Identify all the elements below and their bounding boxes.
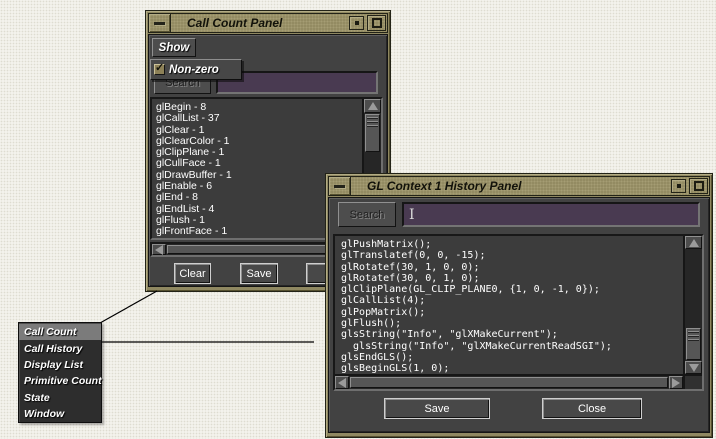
history-panel-window: GL Context 1 History Panel Search I glPu… (325, 173, 713, 438)
history-titlebar[interactable]: GL Context 1 History Panel (328, 176, 710, 196)
scroll-right-button[interactable] (669, 376, 683, 389)
vertical-scrollbar[interactable] (683, 236, 702, 374)
desktop: Call Count Panel Show ✓ Non-zero Search (0, 0, 716, 439)
history-line[interactable]: glsEndGLS(); (341, 352, 683, 363)
scrollbar-thumb[interactable] (350, 377, 668, 388)
history-line[interactable]: glPushMatrix(); (341, 239, 683, 250)
arrow-up-icon (688, 238, 699, 247)
menu-item-label: State (24, 391, 50, 404)
scrollbar-thumb[interactable] (686, 328, 701, 360)
text-cursor: I (409, 206, 415, 223)
arrow-left-icon (338, 377, 346, 388)
panels-context-menu[interactable]: Call Count Call History Display List Pri… (18, 322, 102, 423)
scrollbar-corner (683, 374, 702, 389)
scroll-up-button[interactable] (685, 236, 702, 249)
arrow-down-icon (688, 363, 699, 372)
history-line[interactable]: glCallList(4); (341, 295, 683, 306)
menu-item[interactable]: Display List (19, 357, 101, 373)
history-line[interactable]: glsString("Info", "glXMakeCurrent"); (341, 329, 683, 340)
menu-item-label: Window (24, 408, 65, 421)
scrollbar-track[interactable] (685, 249, 702, 327)
menu-item[interactable]: Call History (19, 340, 101, 356)
history-line[interactable]: glFlush(); (341, 318, 683, 329)
search-button[interactable]: Search (338, 202, 396, 227)
search-button-label: Search (349, 208, 385, 221)
menu-item-label: Call History (24, 342, 83, 355)
window-menu-button[interactable] (671, 179, 686, 193)
history-line[interactable]: glRotatef(30, 0, 1, 0); (341, 273, 683, 284)
history-list-frame: glPushMatrix(); glTranslatef(0, 0, -15); g… (333, 234, 704, 391)
scroll-left-button[interactable] (335, 376, 349, 389)
history-line[interactable]: glClipPlane(GL_CLIP_PLANE0, {1, 0, -1, 0… (341, 284, 683, 295)
maximize-icon (693, 181, 704, 191)
history-line[interactable]: glRotatef(30, 1, 0, 0); (341, 262, 683, 273)
thumb-ridges (688, 331, 699, 342)
save-button[interactable]: Save (384, 398, 490, 419)
search-input[interactable]: I (402, 202, 700, 227)
menu-item[interactable]: Window (19, 406, 101, 422)
menu-item[interactable]: State (19, 390, 101, 406)
menu-item-label: Call Count (24, 326, 77, 339)
history-line[interactable]: glPopMatrix(); (341, 307, 683, 318)
history-line[interactable]: glsString("Info", "glXMakeCurrentReadSGI… (341, 341, 683, 352)
horizontal-scrollbar[interactable] (335, 374, 683, 389)
maximize-button[interactable] (689, 178, 708, 194)
history-list[interactable]: glPushMatrix(); glTranslatef(0, 0, -15); g… (335, 236, 683, 374)
menu-item-label: Primitive Count (24, 375, 102, 388)
scroll-down-button[interactable] (685, 361, 702, 374)
window-title: GL Context 1 History Panel (367, 179, 522, 193)
history-line[interactable]: glsBeginGLS(1, 0); (341, 363, 683, 374)
arrow-right-icon (672, 377, 680, 388)
minimize-button[interactable] (329, 177, 351, 195)
connector-line-call-count (99, 290, 158, 324)
menu-item[interactable]: Call Count (19, 324, 101, 341)
minimize-icon (334, 184, 345, 188)
history-content: Search I glPushMatrix(); glTranslatef(0, … (328, 197, 710, 433)
menu-item-label: Display List (24, 358, 83, 371)
close-button[interactable]: Close (542, 398, 642, 419)
dot-icon (676, 184, 681, 188)
history-line[interactable]: glTranslatef(0, 0, -15); (341, 250, 683, 261)
menu-item[interactable]: Primitive Count (19, 373, 102, 389)
